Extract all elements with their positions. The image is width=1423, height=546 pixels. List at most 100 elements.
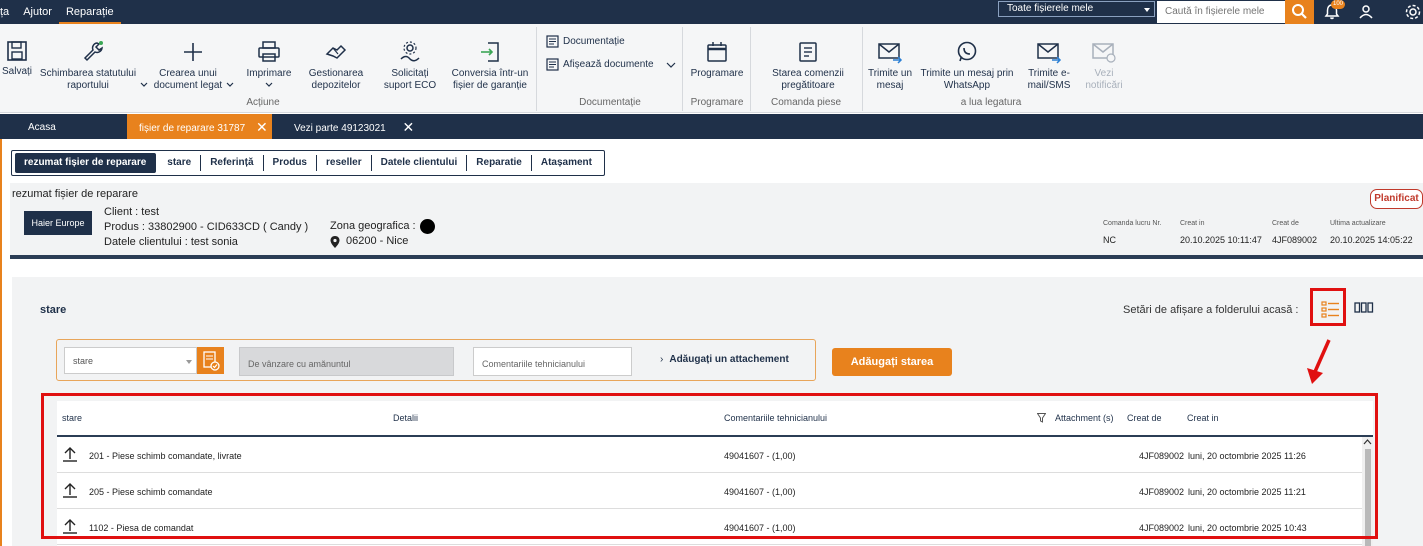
- repair-summary-panel: rezumat fișier de reparare Haier Europe …: [10, 183, 1423, 259]
- save-button[interactable]: Salvați: [0, 40, 34, 78]
- section-tab-repair[interactable]: Reparatie: [467, 155, 532, 171]
- show-documents-button[interactable]: Afișează documente: [546, 58, 676, 71]
- display-settings-label: Setări de afișare a folderului acasă :: [1123, 304, 1299, 316]
- document-check-icon: [203, 351, 220, 371]
- chevron-down-icon: [666, 62, 676, 68]
- documentation-group-label: Documentație: [579, 97, 641, 108]
- section-tab-attachment[interactable]: Atașament: [532, 155, 601, 171]
- meta-label-last-update: Ultima actualizare: [1330, 220, 1386, 227]
- convert-warranty-label: Conversia într-un fișier de garanție: [451, 68, 529, 91]
- close-icon[interactable]: ✕: [256, 119, 268, 135]
- contact-group-label: a lua legatura: [960, 97, 1022, 108]
- map-pin-icon: [330, 235, 340, 248]
- location-text: 06200 - Nice: [346, 235, 409, 247]
- menu-item-partial[interactable]: ța: [0, 0, 16, 24]
- floppy-disk-icon: [7, 41, 27, 61]
- view-notifications-label: Vezi notificări: [1085, 68, 1123, 91]
- product-info: Produs : 33802900 - CID633CD ( Candy ): [104, 221, 309, 233]
- summary-zone-block: Zona geografica : 06200 - Nice: [330, 219, 435, 249]
- chevron-down-icon: [186, 360, 192, 364]
- annotation-arrow-icon: [1307, 339, 1331, 384]
- printer-icon: [258, 41, 280, 62]
- file-import-icon: [481, 42, 499, 62]
- deposits-button[interactable]: Gestionarea depozitelor: [302, 40, 370, 92]
- calendar-icon: [707, 42, 727, 62]
- search-input[interactable]: [1157, 1, 1285, 23]
- tab-repair-file[interactable]: fișier de reparare 31787 ✕: [127, 114, 272, 139]
- gear-icon: [1405, 4, 1421, 20]
- send-message-label: Trimite un mesaj: [867, 68, 913, 91]
- chevron-right-icon: ›: [660, 354, 664, 365]
- annotation-highlight-table: [41, 393, 1378, 539]
- change-status-label: Schimbarea statutului raportului: [39, 68, 137, 91]
- handshake-icon: [325, 44, 347, 59]
- technician-comment-input[interactable]: Comentariile tehnicianului: [473, 347, 632, 376]
- add-attachment-link[interactable]: › Adăugați un attachement: [660, 354, 789, 365]
- status-picker-button[interactable]: [197, 347, 224, 374]
- whatsapp-button[interactable]: Trimite un mesaj prin WhatsApp: [918, 40, 1016, 92]
- location-row: 06200 - Nice: [330, 234, 435, 249]
- grid-view-icon: [1354, 302, 1374, 313]
- meta-label-work-order: Comanda lucru Nr.: [1103, 220, 1162, 227]
- chevron-down-icon: [265, 82, 273, 87]
- retail-field[interactable]: De vânzare cu amănuntul: [239, 347, 454, 376]
- menu-item-help[interactable]: Ajutor: [16, 0, 59, 24]
- document-list-icon: [546, 58, 559, 71]
- search-icon: [1292, 4, 1307, 19]
- scheduling-button[interactable]: Programare: [688, 40, 746, 80]
- print-button[interactable]: Imprimare: [240, 40, 298, 92]
- documentation-button[interactable]: Documentație: [546, 35, 625, 48]
- notification-count-badge: 100: [1331, 0, 1346, 9]
- email-sms-button[interactable]: Trimite e-mail/SMS: [1020, 40, 1078, 92]
- grid-view-button[interactable]: [1354, 302, 1374, 317]
- add-status-form: stare De vânzare cu amănuntul Comentarii…: [56, 339, 816, 381]
- meta-value-created-in: 20.10.2025 10:11:47: [1180, 235, 1262, 245]
- whatsapp-icon: [957, 41, 977, 62]
- add-status-button[interactable]: Adăugați starea: [832, 348, 952, 376]
- tab-home[interactable]: Acasa: [28, 114, 56, 139]
- email-sms-label: Trimite e-mail/SMS: [1027, 68, 1071, 91]
- tab-view-part[interactable]: Vezi parte 49123021 ✕: [294, 114, 414, 139]
- scheduling-label: Programare: [690, 68, 744, 79]
- create-document-button[interactable]: Crearea unui document legat: [148, 40, 238, 92]
- status-section-title: stare: [40, 304, 67, 316]
- change-status-button[interactable]: Schimbarea statutului raportului: [38, 40, 148, 92]
- meta-value-created-by: 4JF089002: [1272, 235, 1318, 245]
- view-notifications-button[interactable]: Vezi notificări: [1082, 40, 1126, 92]
- ribbon-divider: [682, 27, 683, 111]
- order-status-label: Starea comenzii pregătitoare: [772, 68, 844, 91]
- chevron-down-icon: [226, 82, 234, 87]
- user-button[interactable]: [1356, 2, 1376, 22]
- section-tab-product[interactable]: Produs: [264, 155, 317, 171]
- show-documents-label: Afișează documente: [563, 59, 654, 70]
- chevron-down-icon: [1144, 8, 1150, 12]
- close-icon[interactable]: ✕: [403, 119, 415, 135]
- settings-button[interactable]: [1403, 2, 1423, 22]
- section-tab-reference[interactable]: Referință: [201, 155, 264, 171]
- status-select[interactable]: stare: [64, 347, 197, 374]
- main-menu: ța Ajutor Reparație: [0, 0, 121, 24]
- section-tab-reseller[interactable]: reseller: [317, 155, 372, 171]
- client-data: Datele clientului : test sonia: [104, 236, 238, 248]
- eco-support-label: Solicitați suport ECO: [383, 68, 437, 91]
- annotation-highlight-list-view: [1310, 288, 1346, 326]
- zone-color-dot: [419, 219, 435, 234]
- order-status-button[interactable]: Starea comenzii pregătitoare: [756, 40, 860, 92]
- user-icon: [1359, 5, 1373, 19]
- search-button[interactable]: [1285, 0, 1314, 24]
- plus-icon: [184, 43, 202, 61]
- folder-filter-select[interactable]: Toate fișierele mele: [998, 1, 1155, 17]
- section-tab-status[interactable]: stare: [158, 155, 202, 171]
- print-label: Imprimare: [246, 68, 292, 79]
- add-attachment-label: Adăugați un attachement: [669, 354, 789, 365]
- brand-logo: Haier Europe: [24, 211, 92, 235]
- menu-item-repair[interactable]: Reparație: [58, 0, 121, 24]
- section-tab-summary[interactable]: rezumat fișier de reparare: [15, 153, 157, 173]
- send-message-button[interactable]: Trimite un mesaj: [866, 40, 914, 92]
- meta-value-last-update: 20.10.2025 14:05:22: [1330, 235, 1413, 245]
- section-tab-client-data[interactable]: Datele clientului: [372, 155, 468, 171]
- convert-warranty-button[interactable]: Conversia într-un fișier de garanție: [446, 40, 534, 92]
- mail-send-icon: [1037, 43, 1062, 64]
- eco-support-button[interactable]: Solicitați suport ECO: [378, 40, 442, 92]
- meta-value-work-order: NC: [1103, 235, 1116, 245]
